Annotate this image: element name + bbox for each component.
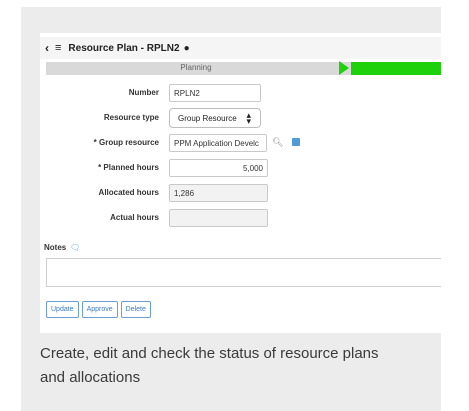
notes-label: Notes: [44, 243, 67, 252]
pin-icon[interactable]: ●: [184, 43, 190, 54]
notes-textarea[interactable]: [46, 258, 441, 287]
resource-plan-screen: ‹ ≡ Resource Plan - RPLN2 ● Planning Num…: [40, 33, 441, 333]
open-record-icon[interactable]: [292, 138, 300, 146]
group-resource-label: * Group resource: [93, 138, 159, 147]
page-title: Resource Plan - RPLN2: [68, 42, 180, 54]
resource-type-value: Group Resource: [178, 114, 237, 123]
update-button[interactable]: Update: [46, 301, 79, 318]
planned-hours-row: * Planned hours 5,000: [40, 158, 441, 178]
resource-type-select[interactable]: Group Resource ▴ ▾: [169, 108, 261, 128]
resource-type-label: Resource type: [103, 113, 159, 122]
allocated-hours-label: Allocated hours: [98, 188, 159, 197]
planned-hours-field[interactable]: 5,000: [169, 159, 268, 177]
action-buttons: Update Approve Delete: [46, 301, 151, 318]
search-icon[interactable]: 🔍︎: [272, 137, 283, 148]
stage-label: Planning: [180, 63, 212, 72]
stage-chevron: [339, 61, 349, 75]
title-bar: ‹ ≡ Resource Plan - RPLN2 ●: [40, 37, 441, 59]
group-resource-field[interactable]: PPM Application Develc: [169, 134, 267, 152]
menu-icon[interactable]: ≡: [55, 42, 61, 54]
next-stage-segment: [351, 62, 441, 75]
planned-hours-label: * Planned hours: [98, 163, 159, 172]
stage-progress-bar: Planning: [46, 61, 441, 75]
select-arrows-icon: ▴ ▾: [246, 110, 251, 126]
actual-hours-row: Actual hours: [40, 208, 441, 228]
resource-type-row: Resource type Group Resource ▴ ▾: [40, 108, 441, 128]
allocated-hours-field: 1,286: [169, 184, 268, 202]
group-resource-row: * Group resource PPM Application Develc …: [40, 133, 441, 153]
number-row: Number RPLN2: [40, 83, 441, 103]
approve-button[interactable]: Approve: [81, 301, 118, 318]
caption-text: Create, edit and check the status of res…: [40, 345, 379, 386]
number-field[interactable]: RPLN2: [169, 84, 261, 102]
screenshot-card: ‹ ≡ Resource Plan - RPLN2 ● Planning Num…: [21, 7, 441, 411]
actual-hours-label: Actual hours: [110, 213, 159, 222]
back-icon[interactable]: ‹: [45, 42, 49, 54]
comment-icon[interactable]: 🗨︎: [70, 243, 80, 252]
allocated-hours-row: Allocated hours 1,286: [40, 183, 441, 203]
delete-button[interactable]: Delete: [120, 301, 151, 318]
actual-hours-field: [169, 209, 268, 227]
number-label: Number: [128, 88, 159, 97]
